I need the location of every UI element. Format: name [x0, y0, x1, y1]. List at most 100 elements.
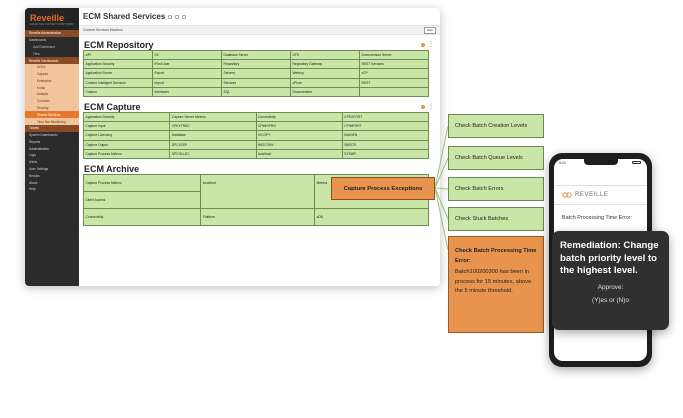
reveille-logo[interactable]: Reveille EFFECTIVE CONTENT MONITORING: [25, 8, 79, 30]
sidebar-item[interactable]: Capture: [25, 70, 79, 78]
repository-tile[interactable]: iFind User: [152, 59, 222, 70]
repository-tile[interactable]: Services: [221, 77, 291, 88]
page-title: ECM Shared Services: [83, 12, 166, 21]
repository-tile[interactable]: SQL: [221, 86, 291, 97]
capture-tile[interactable]: SYSAPI: [341, 148, 430, 159]
check-stuck-batches[interactable]: Check Stuck Batches: [448, 207, 544, 231]
repository-header: ECM Repository ⋮: [79, 40, 440, 50]
archive-tile[interactable]: localhost: [200, 173, 316, 209]
page-subtitle: Content Services Monitors: [83, 28, 123, 32]
sidebar-item[interactable]: Add Dashboard: [25, 44, 79, 51]
capture-tile[interactable]: IMGCONV: [255, 139, 343, 150]
capture-tile[interactable]: Capture Input: [82, 121, 171, 132]
capture-tile[interactable]: SBOCR: [341, 139, 430, 150]
repository-tile[interactable]: Documentum Server: [359, 49, 429, 61]
archive-tile[interactable]: Connectivity: [82, 207, 202, 226]
sidebar-item[interactable]: Files: [25, 50, 79, 57]
sidebar-item[interactable]: Help: [25, 186, 79, 193]
sidebar-item[interactable]: Dashboards: [25, 37, 79, 44]
repository-tile[interactable]: Webtop: [290, 68, 360, 79]
check-batch-queue[interactable]: Check Batch Queue Levels: [448, 146, 544, 170]
sidebar-item[interactable]: Tickets: [25, 124, 79, 132]
sidebar-item[interactable]: Administration: [25, 145, 79, 152]
archive-header: ECM Archive: [79, 164, 440, 174]
archive-tile[interactable]: Capture Process Metrics: [82, 173, 202, 192]
error-alert: Check Batch Processing Time Error: Batch…: [448, 236, 544, 333]
more-icon[interactable]: ⋮: [428, 42, 434, 48]
repository-tile[interactable]: xCP: [359, 68, 429, 79]
phone-message: Batch Processing Time Error:: [562, 215, 633, 221]
star-icon[interactable]: [168, 14, 173, 19]
capture-tile[interactable]: DPCLSSP: [169, 139, 257, 150]
repository-tile[interactable]: REST: [359, 77, 429, 88]
capture-tile[interactable]: CPEXPORT: [341, 111, 430, 123]
capture-tile[interactable]: Application Security: [82, 111, 171, 123]
capture-tile[interactable]: CPEXTRAC: [169, 121, 257, 132]
capture-tile[interactable]: IMAGEN: [341, 130, 430, 141]
hide-button[interactable]: Hide: [423, 26, 436, 34]
share-icon[interactable]: [182, 14, 187, 19]
sidebar-item[interactable]: Shared Services: [25, 111, 79, 119]
dashboard-window: Reveille EFFECTIVE CONTENT MONITORING Re…: [25, 8, 440, 286]
archive-tile[interactable]: Platform: [200, 207, 316, 226]
capture-tile[interactable]: IXCOPY: [255, 130, 343, 141]
repository-tile[interactable]: Servers: [221, 68, 291, 79]
repository-tile[interactable]: D2: [152, 49, 222, 61]
archive-tile[interactable]: Client Access: [82, 190, 202, 209]
sidebar-item[interactable]: ACEs: [25, 63, 79, 71]
sidebar-item[interactable]: Reveille Dashboards: [25, 57, 79, 64]
capture-tile[interactable]: Capture Process Metrics: [82, 148, 171, 159]
sidebar-item[interactable]: System Dashboards: [25, 132, 79, 139]
capture-tile[interactable]: Database: [169, 130, 257, 141]
remediation-text: Remediation: Change batch priority level…: [560, 240, 659, 276]
repository-tile[interactable]: REST Services: [359, 59, 429, 70]
repository-tile[interactable]: Custom: [83, 86, 153, 97]
archive-tile[interactable]: sDB: [314, 207, 429, 226]
capture-exceptions-tile[interactable]: Capture Process Exceptions: [331, 177, 435, 200]
capture-grid: Application Security Capture Server Metri…: [82, 111, 430, 159]
repository-tile[interactable]: Database Server: [221, 49, 291, 61]
capture-tile[interactable]: DPCOLLEC: [169, 148, 257, 159]
sidebar-item[interactable]: Time Bar Monitoring: [25, 118, 79, 125]
sidebar-item[interactable]: Analytic: [25, 91, 79, 98]
sidebar-item[interactable]: Common: [25, 97, 79, 105]
phone-logo: REVEILLE: [575, 192, 609, 198]
sidebar-item[interactable]: Logs: [25, 152, 79, 159]
capture-tile[interactable]: CPIMPORT: [341, 121, 430, 132]
repository-tile[interactable]: Application Security: [83, 59, 153, 70]
copy-icon[interactable]: [175, 14, 180, 19]
capture-tile[interactable]: Capture Output: [82, 139, 171, 150]
sidebar-item[interactable]: Kofax: [25, 84, 79, 92]
sidebar-item[interactable]: About: [25, 179, 79, 186]
repository-tile[interactable]: Interfaces: [152, 86, 222, 97]
sidebar-item[interactable]: Alerts: [25, 159, 79, 166]
repository-tile[interactable]: Content Intelligent Services: [83, 77, 153, 88]
sidebar-item[interactable]: User Settings: [25, 166, 79, 173]
sidebar-item[interactable]: Reports: [25, 139, 79, 146]
capture-header: ECM Capture ⋮: [79, 102, 440, 112]
sidebar-item[interactable]: Reveille Administration: [25, 30, 79, 37]
sidebar-item[interactable]: Enterprise: [25, 77, 79, 85]
check-batch-errors[interactable]: Check Batch Errors: [448, 177, 544, 201]
repository-tile[interactable]: Import: [152, 77, 222, 88]
capture-tile[interactable]: CPIMGPRO: [255, 121, 343, 132]
repository-tile[interactable]: Application Server: [83, 68, 153, 79]
repository-tile[interactable]: Repository: [221, 59, 291, 70]
capture-tile[interactable]: localhost: [255, 148, 343, 159]
capture-tile[interactable]: Capture Server Metrics: [169, 111, 257, 123]
repository-tile[interactable]: [359, 86, 429, 97]
repository-tile[interactable]: Repository Gateway: [290, 59, 360, 70]
phone-app-header: REVEILLE: [554, 185, 647, 205]
repository-tile[interactable]: Export: [152, 68, 222, 79]
sidebar-item[interactable]: Security: [25, 104, 79, 112]
repository-tile[interactable]: xPlore: [290, 77, 360, 88]
repository-tile[interactable]: DFS: [290, 49, 360, 61]
capture-tile[interactable]: Capture Licensing: [82, 130, 171, 141]
sidebar-item[interactable]: Results: [25, 172, 79, 179]
capture-tile[interactable]: Connectivity: [255, 111, 343, 123]
approve-choice[interactable]: (Y)es or (N)o: [560, 297, 661, 304]
repository-tile[interactable]: API: [83, 49, 153, 61]
more-icon[interactable]: ⋮: [428, 104, 434, 110]
check-batch-creation[interactable]: Check Batch Creation Levels: [448, 114, 544, 138]
repository-tile[interactable]: Documentum: [290, 86, 360, 97]
